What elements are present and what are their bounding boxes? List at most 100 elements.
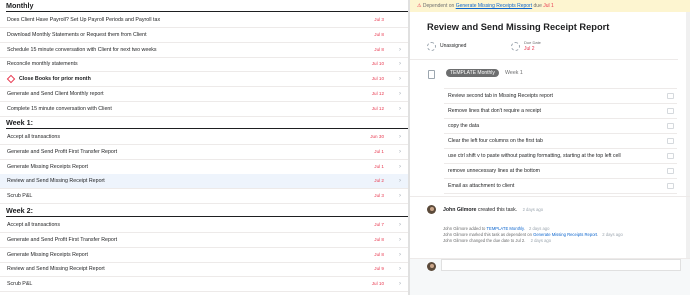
chevron-right-icon[interactable]: › [399,218,401,232]
subtask-item[interactable]: remove unnecessary lines at the bottom [444,164,677,179]
task-row[interactable]: Review and Send Missing Receipt Report Ju… [0,262,408,278]
section-header[interactable]: Week 2: [6,205,408,217]
task-row[interactable]: Scrub P&L Jul 10 › [0,277,408,293]
task-row[interactable]: Generate Missing Receipts Report Jul 1 › [0,160,408,175]
task-row[interactable]: Generate and Send Client Monthly report J… [0,87,408,102]
subtask-comment-icon[interactable] [667,168,674,174]
task-row[interactable]: Scrub P&L Jul 3 › [0,189,408,205]
divider [410,196,690,197]
subtask-comment-icon[interactable] [667,108,674,114]
subtask-item[interactable]: Email as attachment to client [444,179,677,194]
task-name[interactable]: Schedule 15 minute conversation with Cli… [7,43,157,57]
section-header[interactable]: Monthly [6,0,408,12]
subtask-item[interactable]: Remove lines that don't require a receip… [444,104,677,119]
dependency-link[interactable]: Generate Missing Receipts Report [456,3,532,9]
calendar-icon[interactable] [511,42,520,51]
subtask-item[interactable]: copy the data [444,119,677,134]
chevron-right-icon[interactable]: › [399,248,401,262]
task-due-date: Jul 8 [374,46,384,52]
task-title[interactable]: Review and Send Missing Receipt Report [427,22,609,32]
subtask-name[interactable]: remove unnecessary lines at the bottom [448,168,540,174]
chevron-right-icon[interactable]: › [399,43,401,57]
subtask-name[interactable]: Email as attachment to client [448,183,514,189]
task-name[interactable]: Review and Send Missing Receipt Report [7,174,105,188]
task-name[interactable]: Scrub P&L [7,189,32,203]
activity-link[interactable]: TEMPLATE Monthly [486,226,523,231]
chevron-right-icon[interactable]: › [399,189,401,203]
task-name[interactable]: Generate Missing Receipts Report [7,160,88,174]
comment-area [410,258,690,295]
subtask-item[interactable]: Review second tab in Missing Receipts re… [444,89,677,104]
task-name[interactable]: Does Client Have Payroll? Set Up Payroll… [7,13,160,27]
warning-icon: ⚠ [417,3,422,9]
scrollbar[interactable] [686,12,690,258]
task-detail-pane: ⚠ Dependent on Generate Missing Receipts… [410,0,690,295]
task-row[interactable]: Does Client Have Payroll? Set Up Payroll… [0,13,408,28]
task-name[interactable]: Review and Send Missing Receipt Report [7,262,105,276]
chevron-right-icon[interactable]: › [399,160,401,174]
task-due-date: Jul 10 [371,76,384,82]
comment-input[interactable] [441,259,681,271]
chevron-right-icon[interactable]: › [399,87,401,101]
subtask-name[interactable]: copy the data [448,123,479,129]
task-due-date: Jun 30 [370,134,384,139]
subtask-comment-icon[interactable] [667,138,674,144]
assignee-field[interactable]: Unassigned [440,43,466,49]
task-row[interactable]: Complete 15 minute conversation with Cli… [0,102,408,117]
subtask-name[interactable]: use ctrl shift v to paste without pastin… [448,153,621,159]
task-name[interactable]: Generate and Send Profit First Transfer … [7,145,117,159]
subtask-name[interactable]: Remove lines that don't require a receip… [448,108,541,114]
task-name[interactable]: Generate and Send Profit First Transfer … [7,233,117,247]
task-row[interactable]: Reconcile monthly statements Jul 10 › [0,57,408,73]
due-date-label: Due Date [524,40,541,45]
task-name[interactable]: Complete 15 minute conversation with Cli… [7,102,112,116]
subtask-list: Review second tab in Missing Receipts re… [444,88,677,194]
task-row[interactable]: Close Books for prior month Jul 10 › [0,72,408,88]
task-list: Monthly Does Client Have Payroll? Set Up … [0,0,408,295]
assignee-avatar-icon[interactable] [427,42,436,51]
task-name[interactable]: Generate and Send Client Monthly report [7,87,104,101]
chevron-right-icon[interactable]: › [399,174,401,188]
subtask-name[interactable]: Clear the left four columns on the first… [448,138,543,144]
subtask-name[interactable]: Review second tab in Missing Receipts re… [448,93,553,99]
subtask-item[interactable]: Clear the left four columns on the first… [444,134,677,149]
chevron-right-icon[interactable]: › [399,262,401,276]
task-name[interactable]: Reconcile monthly statements [7,57,78,71]
task-row[interactable]: Schedule 15 minute conversation with Cli… [0,43,408,58]
chevron-right-icon[interactable]: › [399,233,401,247]
chevron-right-icon[interactable]: › [399,277,401,291]
task-name[interactable]: Accept all transactions [7,218,60,232]
chevron-right-icon[interactable]: › [399,102,401,116]
milestone-icon[interactable] [6,74,16,84]
task-name[interactable]: Accept all transactions [7,130,60,144]
subtask-comment-icon[interactable] [667,123,674,129]
task-name[interactable]: Generate Missing Receipts Report [7,248,88,262]
task-row[interactable]: Accept all transactions Jun 30 › [0,130,408,145]
task-row[interactable]: Review and Send Missing Receipt Report Ju… [0,174,408,190]
task-row[interactable]: Accept all transactions Jul 7 › [0,218,408,233]
task-row[interactable]: Generate Missing Receipts Report Jul 8 › [0,248,408,263]
chevron-right-icon[interactable]: › [399,57,401,71]
subtask-comment-icon[interactable] [667,153,674,159]
chevron-right-icon[interactable]: › [399,72,401,86]
task-due-date: Jul 2 [374,178,384,184]
task-name[interactable]: Download Monthly Statements or Request t… [7,28,147,42]
subtask-item[interactable]: use ctrl shift v to paste without pastin… [444,149,677,164]
subtask-comment-icon[interactable] [667,93,674,99]
task-row[interactable]: Generate and Send Profit First Transfer … [0,233,408,248]
task-row[interactable]: Download Monthly Statements or Request t… [0,28,408,43]
due-date-field[interactable]: Jul 2 [524,46,535,52]
subtask-comment-icon[interactable] [667,183,674,189]
task-meta: Unassigned Due Date Jul 2 [427,40,677,56]
task-due-date: Jul 8 [374,31,384,37]
section-header[interactable]: Week 1: [6,117,408,129]
task-row[interactable]: Generate and Send Profit First Transfer … [0,145,408,160]
task-name[interactable]: Scrub P&L [7,277,32,291]
chevron-right-icon[interactable]: › [399,130,401,144]
chevron-right-icon[interactable]: › [399,145,401,159]
activity-link[interactable]: Generate Missing Receipts Report [533,232,597,237]
task-name[interactable]: Close Books for prior month [19,72,91,86]
activity-item: John Gilmore added to TEMPLATE Monthly. 2… [443,226,550,231]
section-label[interactable]: Week 1 [505,69,523,77]
project-tag[interactable]: TEMPLATE Monthly [446,69,499,77]
